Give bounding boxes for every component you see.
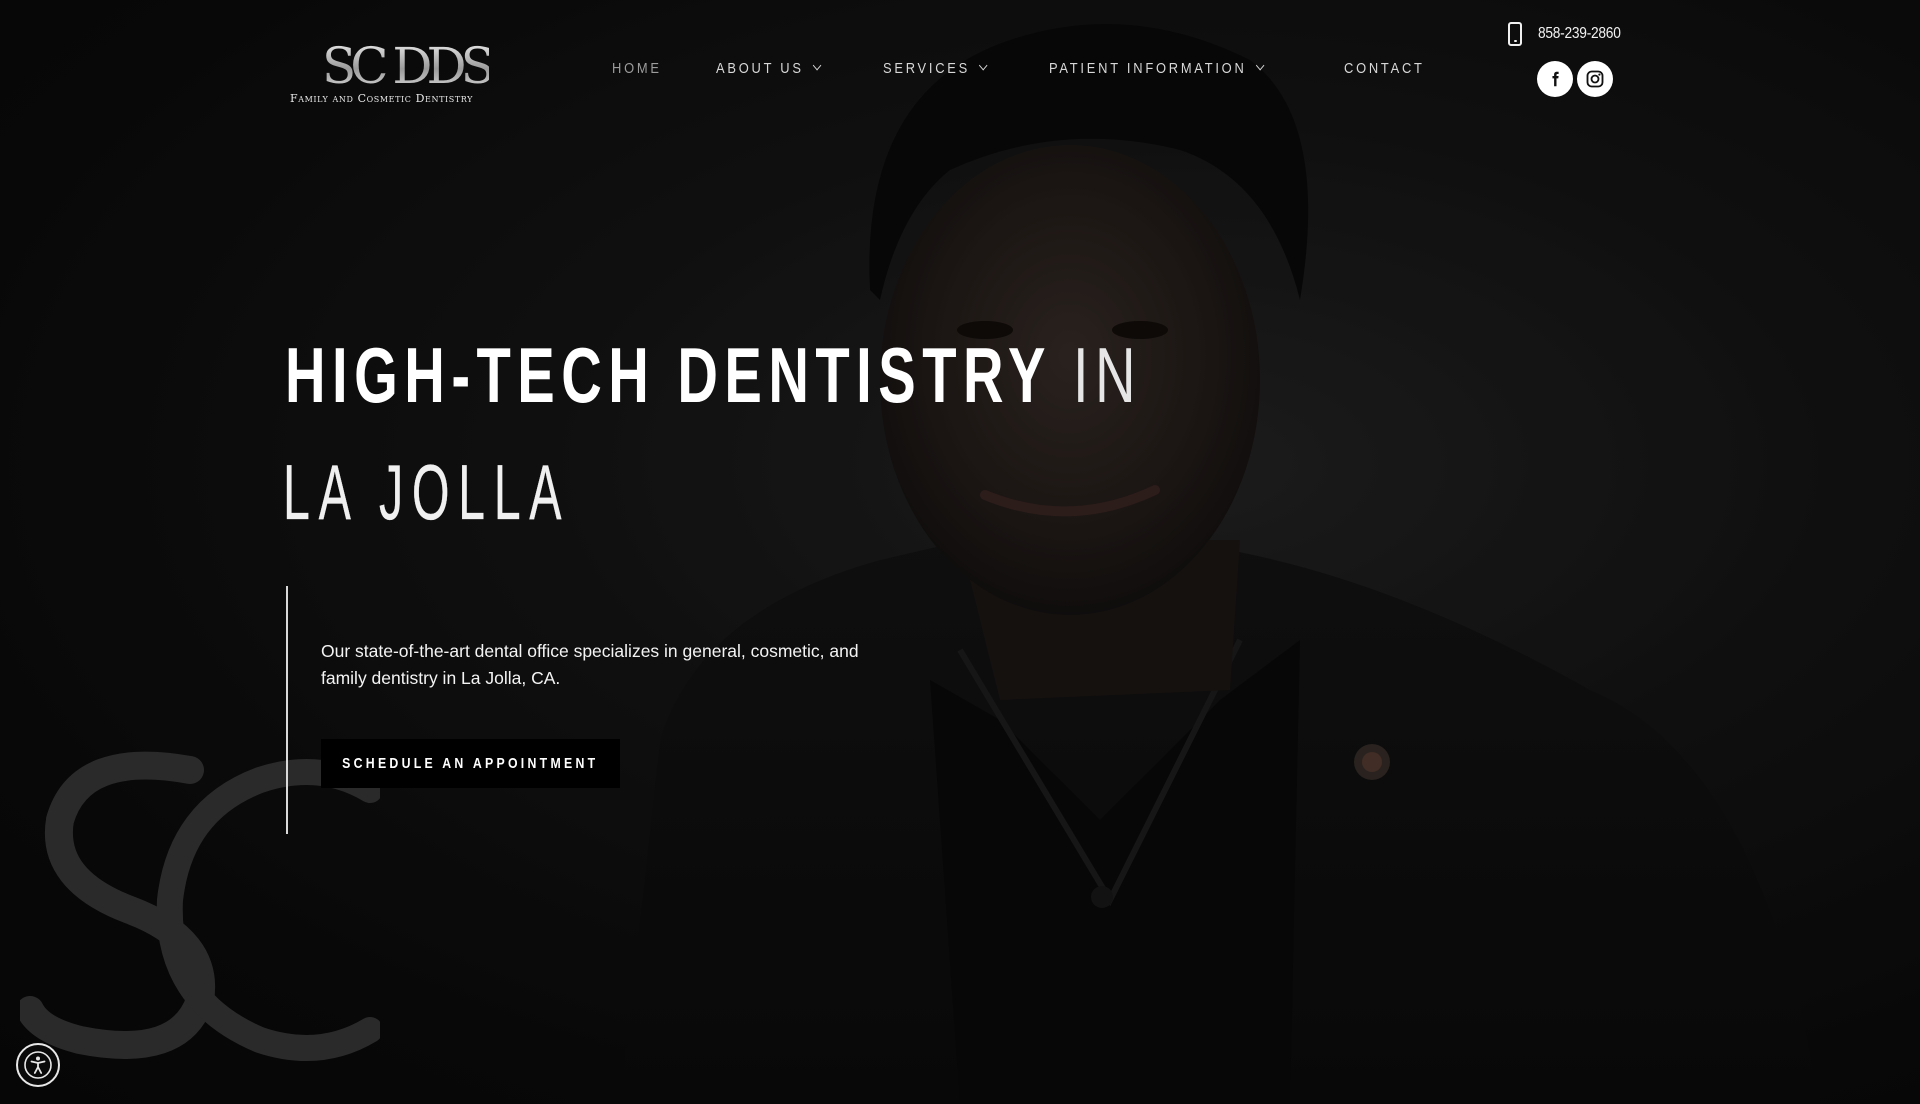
facebook-button[interactable] (1537, 61, 1573, 97)
hero-title-bold: HIGH-TECH DENTISTRY (285, 331, 1051, 419)
page: SC DDS Family and Cosmetic Dentistry HOM… (0, 0, 1920, 1104)
nav-item-label: PATIENT INFORMATION (1049, 59, 1247, 77)
nav-item-services[interactable]: SERVICES (882, 59, 988, 77)
chevron-down-icon (978, 60, 988, 71)
nav-item-home[interactable]: HOME (612, 60, 662, 77)
site-logo[interactable]: SC DDS Family and Cosmetic Dentistry (288, 38, 508, 110)
schedule-appointment-button[interactable]: SCHEDULE AN APPOINTMENT (321, 739, 620, 788)
nav-item-label: SERVICES (882, 59, 970, 77)
nav-item-label: ABOUT US (715, 59, 804, 77)
logo-tagline: Family and Cosmetic Dentistry (290, 92, 474, 105)
chevron-down-icon (1255, 60, 1265, 71)
phone-link[interactable]: 858-239-2860 (1508, 22, 1634, 46)
instagram-button[interactable] (1577, 61, 1613, 97)
accessibility-button[interactable] (16, 1043, 60, 1087)
hero-title-light: IN (1072, 331, 1143, 419)
sc-watermark-logo (20, 751, 380, 1061)
social-links (1537, 61, 1617, 97)
mobile-phone-icon (1508, 22, 1522, 46)
nav-item-contact[interactable]: CONTACT (1344, 60, 1425, 77)
accessibility-icon (24, 1051, 52, 1079)
main-nav: HOME ABOUT US SERVICES PATIENT INFORMATI… (612, 56, 1484, 80)
nav-item-about-us[interactable]: ABOUT US (715, 59, 822, 77)
nav-item-label: CONTACT (1343, 59, 1425, 77)
hero-subtitle: LA JOLLA (283, 448, 571, 536)
hero-title: HIGH-TECH DENTISTRY IN (285, 330, 1142, 420)
chevron-down-icon (812, 60, 822, 71)
instagram-icon (1586, 70, 1604, 88)
nav-item-label: HOME (612, 59, 662, 77)
logo-mark: SC DDS (322, 37, 495, 95)
nav-item-patient-information[interactable]: PATIENT INFORMATION (1049, 59, 1265, 77)
facebook-icon (1552, 71, 1559, 87)
hero-description: Our state-of-the-art dental office speci… (321, 641, 859, 688)
phone-number: 858-239-2860 (1538, 25, 1621, 42)
schedule-appointment-label: SCHEDULE AN APPOINTMENT (342, 755, 599, 772)
hero-divider-line (286, 586, 288, 834)
